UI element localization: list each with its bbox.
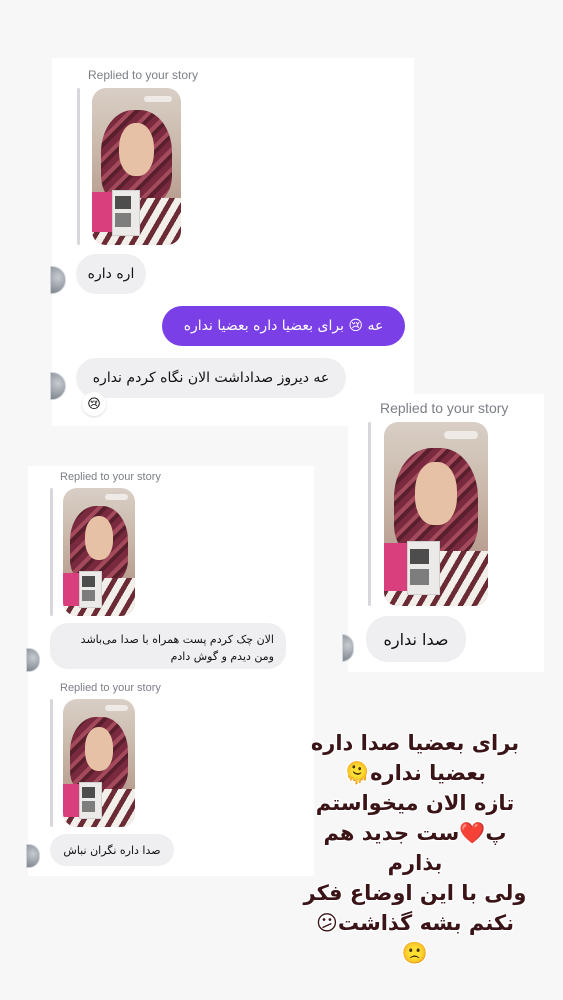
story-thumbnail[interactable] (92, 88, 181, 245)
caption-line: ولی با این اوضاع فکر (303, 881, 527, 905)
avatar[interactable] (26, 648, 40, 672)
caption-line: 🙁 (401, 941, 429, 965)
message-line: الان چک کردم پست همراه با صدا می‌باشد (80, 633, 274, 646)
caption-line: برای بعضیا صدا داره (310, 731, 520, 755)
received-message: صدا نداره (366, 616, 466, 662)
caption-line: پ❤️ست جدید هم بذارم (323, 821, 507, 875)
story-thumbnail[interactable] (384, 422, 488, 606)
replied-to-story-label: Replied to your story (60, 471, 161, 483)
replied-to-story-label: Replied to your story (380, 400, 509, 416)
caption-line: بعضیا نداره🫠 (343, 761, 487, 785)
story-thumbnail[interactable] (63, 488, 135, 616)
replied-to-story-label: Replied to your story (88, 68, 199, 82)
chat-screenshot-2: Replied to your story صدا نداره (342, 394, 544, 672)
avatar[interactable] (26, 844, 40, 868)
reply-quote-bar (368, 422, 371, 606)
chat-screenshot-3: Replied to your story الان چک کردم پست ه… (26, 466, 314, 876)
caption-line: تازه الان میخواستم (315, 791, 515, 815)
story-thumbnail[interactable] (63, 699, 135, 827)
replied-to-story-label: Replied to your story (60, 682, 161, 694)
received-message: اره داره (76, 254, 146, 294)
reply-quote-bar (50, 699, 53, 827)
received-message: صدا داره نگران نباش (50, 834, 174, 866)
avatar[interactable] (342, 634, 354, 662)
chat-screenshot-1: Replied to your story اره داره عه 😢 برای… (50, 58, 414, 426)
message-line: ومن دیدم و گوش دادم (170, 650, 274, 663)
reply-quote-bar (50, 488, 53, 616)
story-caption: برای بعضیا صدا داره بعضیا نداره🫠 تازه ال… (300, 728, 530, 968)
received-message: الان چک کردم پست همراه با صدا می‌باشد وم… (50, 623, 286, 669)
avatar[interactable] (50, 372, 66, 400)
reply-quote-bar (77, 88, 80, 245)
received-message: عه دیروز صداداشت الان نگاه کردم نداره (76, 358, 346, 398)
reaction-emoji[interactable]: 😢 (82, 392, 106, 416)
caption-line: نکنم بشه گذاشت😕 (315, 911, 515, 935)
avatar[interactable] (50, 266, 66, 294)
sent-message: عه 😢 برای بعضیا داره بعضیا نداره (162, 306, 405, 346)
